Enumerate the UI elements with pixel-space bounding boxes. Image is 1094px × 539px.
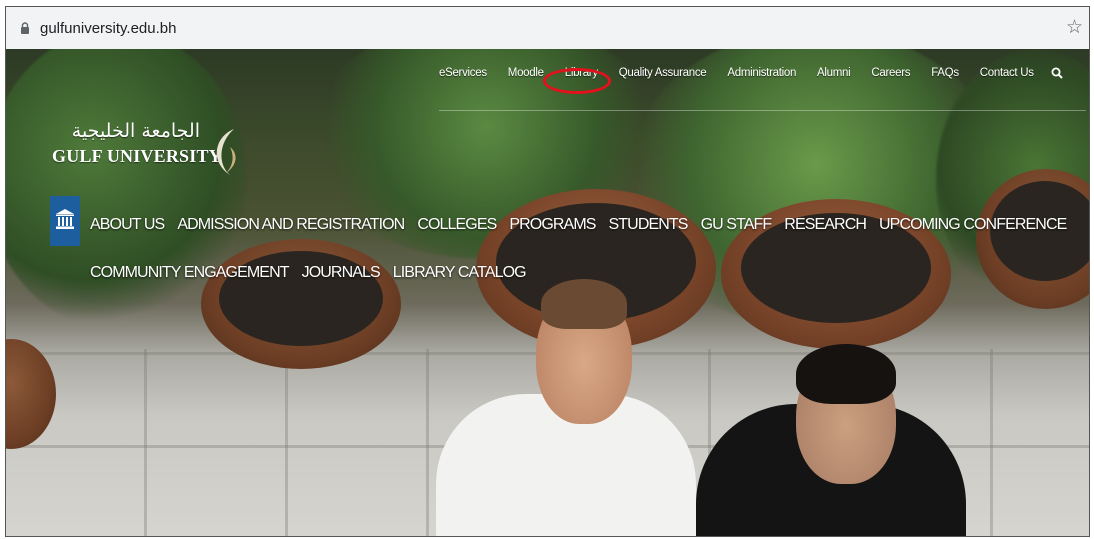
nav-colleges[interactable]: COLLEGES xyxy=(417,201,497,249)
nav-library-catalog[interactable]: LIBRARY CATALOG xyxy=(393,249,527,297)
main-nav-row-1: ABOUT US ADMISSION AND REGISTRATION COLL… xyxy=(90,201,1067,249)
home-button[interactable] xyxy=(50,196,80,246)
topnav-eservices[interactable]: eServices xyxy=(439,67,487,79)
bookmark-star-icon[interactable]: ☆ xyxy=(1066,16,1083,38)
nav-upcoming-conference[interactable]: UPCOMING CONFERENCE xyxy=(879,201,1067,249)
nav-journals[interactable]: JOURNALS xyxy=(302,249,381,297)
nav-divider xyxy=(439,110,1086,111)
logo-english-text: GULF UNIVERSITY xyxy=(52,146,222,166)
topnav-alumni[interactable]: Alumni xyxy=(817,67,851,79)
person-hair xyxy=(796,344,896,404)
nav-about-us[interactable]: ABOUT US xyxy=(90,201,165,249)
annotation-red-circle xyxy=(543,68,611,94)
topnav-moodle[interactable]: Moodle xyxy=(508,67,544,79)
nav-community-engagement[interactable]: COMMUNITY ENGAGEMENT xyxy=(90,249,290,297)
nav-admission-registration[interactable]: ADMISSION AND REGISTRATION xyxy=(177,201,405,249)
topnav-contact-us[interactable]: Contact Us xyxy=(980,67,1034,79)
lock-icon[interactable] xyxy=(20,22,30,34)
university-logo[interactable]: الجامعة الخليجية GULF UNIVERSITY xyxy=(52,119,236,175)
nav-programs[interactable]: PROGRAMS xyxy=(509,201,596,249)
nav-students[interactable]: STUDENTS xyxy=(609,201,689,249)
logo-arabic-text: الجامعة الخليجية xyxy=(71,120,200,142)
hero-banner: eServices Moodle Library Quality Assuran… xyxy=(6,49,1089,536)
search-icon[interactable] xyxy=(1051,67,1063,79)
browser-window: gulfuniversity.edu.bh ☆ eServices Moodle… xyxy=(5,6,1090,537)
nav-research[interactable]: RESEARCH xyxy=(784,201,867,249)
topnav-administration[interactable]: Administration xyxy=(727,67,796,79)
address-bar[interactable]: gulfuniversity.edu.bh ☆ xyxy=(6,7,1089,49)
building-icon xyxy=(55,208,75,235)
topnav-careers[interactable]: Careers xyxy=(871,67,910,79)
nav-gu-staff[interactable]: GU STAFF xyxy=(701,201,773,249)
top-utility-nav: eServices Moodle Library Quality Assuran… xyxy=(439,67,1063,79)
url-text[interactable]: gulfuniversity.edu.bh xyxy=(40,20,176,37)
topnav-faqs[interactable]: FAQs xyxy=(931,67,959,79)
main-navigation: ABOUT US ADMISSION AND REGISTRATION COLL… xyxy=(90,201,1067,297)
crescent-logo-icon xyxy=(204,127,244,182)
main-nav-row-2: COMMUNITY ENGAGEMENT JOURNALS LIBRARY CA… xyxy=(90,249,950,297)
topnav-quality-assurance[interactable]: Quality Assurance xyxy=(619,67,707,79)
